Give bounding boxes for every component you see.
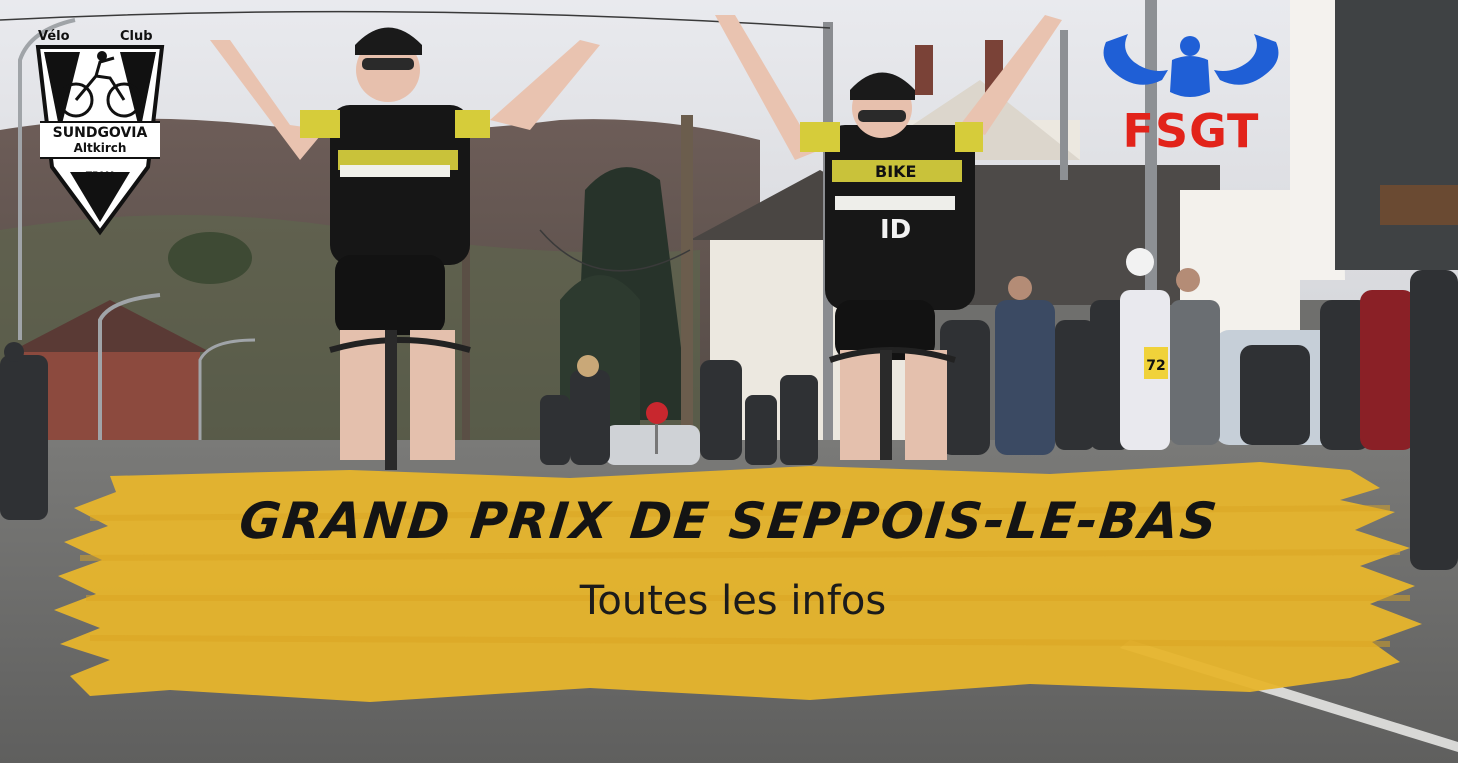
- rider-bib-number: 72: [1146, 358, 1165, 374]
- jersey-text-id: ID: [880, 215, 911, 245]
- club-word-velo: Vélo: [38, 29, 70, 44]
- event-subtitle: Toutes les infos: [579, 578, 887, 624]
- club-team: TEAM: [85, 171, 115, 181]
- fsgt-emblem-icon: [1103, 34, 1279, 97]
- club-logo: Vélo Club SUNDGOVIA Altkirch TEAM: [30, 22, 170, 237]
- fsgt-logo: FSGT: [1098, 30, 1284, 160]
- club-name: SUNDGOVIA: [52, 125, 148, 141]
- jersey-text-bike: BIKE: [875, 162, 916, 181]
- event-title: GRAND PRIX DE SEPPOIS-LE-BAS: [236, 492, 1222, 550]
- fsgt-wordmark: FSGT: [1122, 104, 1260, 158]
- club-word-club: Club: [120, 29, 153, 44]
- club-city: Altkirch: [73, 141, 127, 155]
